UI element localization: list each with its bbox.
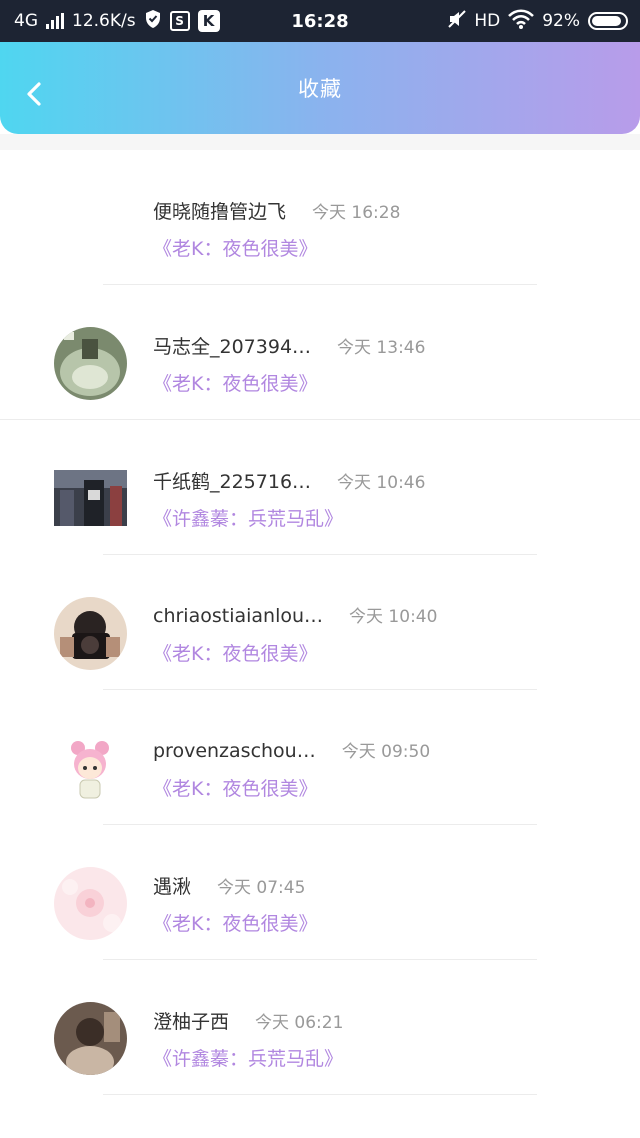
user-name[interactable]: 千纸鹤_225716…	[153, 467, 311, 494]
k-app-icon: K	[197, 10, 220, 32]
book-title[interactable]: 《老K：夜色很美》	[153, 774, 317, 801]
list-item[interactable]: 澄柚子西 今天 06:21 《许鑫蓁：兵荒马乱》	[0, 960, 640, 1095]
shield-icon	[144, 9, 162, 34]
item-time: 今天 10:46	[337, 473, 426, 493]
avatar[interactable]	[54, 470, 127, 526]
list-item[interactable]: 遇湫 今天 07:45 《老K：夜色很美》	[0, 825, 640, 960]
book-title[interactable]: 《许鑫蓁：兵荒马乱》	[153, 504, 343, 531]
book-title[interactable]: 《老K：夜色很美》	[153, 234, 317, 261]
wifi-icon	[508, 9, 535, 34]
avatar[interactable]	[54, 327, 127, 400]
hd-label: HD	[474, 11, 501, 31]
item-time: 今天 10:40	[349, 607, 438, 627]
header-spacer	[0, 134, 640, 150]
user-name[interactable]: chriaostiaianlou…	[153, 605, 323, 627]
s-app-icon: S	[169, 11, 190, 31]
chevron-left-icon	[27, 82, 41, 106]
favorites-list: 便晓随撸管边飞 今天 16:28 《老K：夜色很美》 马志全_207394… 今…	[0, 150, 640, 1095]
user-name[interactable]: provenzaschou…	[153, 740, 316, 762]
status-bar: 4G 12.6K/s S K 16:28 HD 92%	[0, 0, 640, 42]
avatar[interactable]	[54, 732, 127, 805]
avatar[interactable]	[54, 867, 127, 940]
user-name[interactable]: 澄柚子西	[153, 1007, 229, 1034]
item-time: 今天 13:46	[337, 338, 426, 358]
book-title[interactable]: 《老K：夜色很美》	[153, 369, 317, 396]
user-name[interactable]: 便晓随撸管边飞	[153, 197, 286, 224]
list-item[interactable]: provenzaschou… 今天 09:50 《老K：夜色很美》	[0, 690, 640, 825]
divider	[103, 1094, 537, 1095]
status-bar-left: 4G 12.6K/s S K	[14, 9, 220, 34]
user-name[interactable]: 遇湫	[153, 872, 191, 899]
item-time: 今天 07:45	[217, 878, 306, 898]
user-name[interactable]: 马志全_207394…	[153, 332, 311, 359]
avatar[interactable]	[54, 1002, 127, 1075]
list-item[interactable]: chriaostiaianlou… 今天 10:40 《老K：夜色很美》	[0, 555, 640, 690]
mute-icon	[448, 9, 467, 33]
header-bar: 收藏	[0, 42, 640, 134]
network-speed: 12.6K/s	[72, 11, 136, 31]
book-title[interactable]: 《许鑫蓁：兵荒马乱》	[153, 1044, 343, 1071]
status-bar-right: HD 92%	[448, 9, 628, 34]
page-title: 收藏	[298, 77, 342, 101]
list-item[interactable]: 马志全_207394… 今天 13:46 《老K：夜色很美》	[0, 285, 640, 420]
battery-icon	[588, 12, 628, 30]
list-item[interactable]: 千纸鹤_225716… 今天 10:46 《许鑫蓁：兵荒马乱》	[0, 420, 640, 555]
book-title[interactable]: 《老K：夜色很美》	[153, 909, 317, 936]
list-item[interactable]: 便晓随撸管边飞 今天 16:28 《老K：夜色很美》	[0, 150, 640, 285]
network-type: 4G	[14, 11, 38, 31]
signal-icon	[46, 13, 64, 29]
item-time: 今天 16:28	[312, 203, 401, 223]
item-time: 今天 09:50	[341, 742, 431, 762]
avatar[interactable]	[54, 597, 127, 670]
book-title[interactable]: 《老K：夜色很美》	[153, 639, 317, 666]
battery-percent: 92%	[542, 11, 580, 31]
avatar[interactable]	[54, 192, 127, 265]
back-button[interactable]	[20, 80, 48, 108]
item-time: 今天 06:21	[255, 1013, 344, 1033]
